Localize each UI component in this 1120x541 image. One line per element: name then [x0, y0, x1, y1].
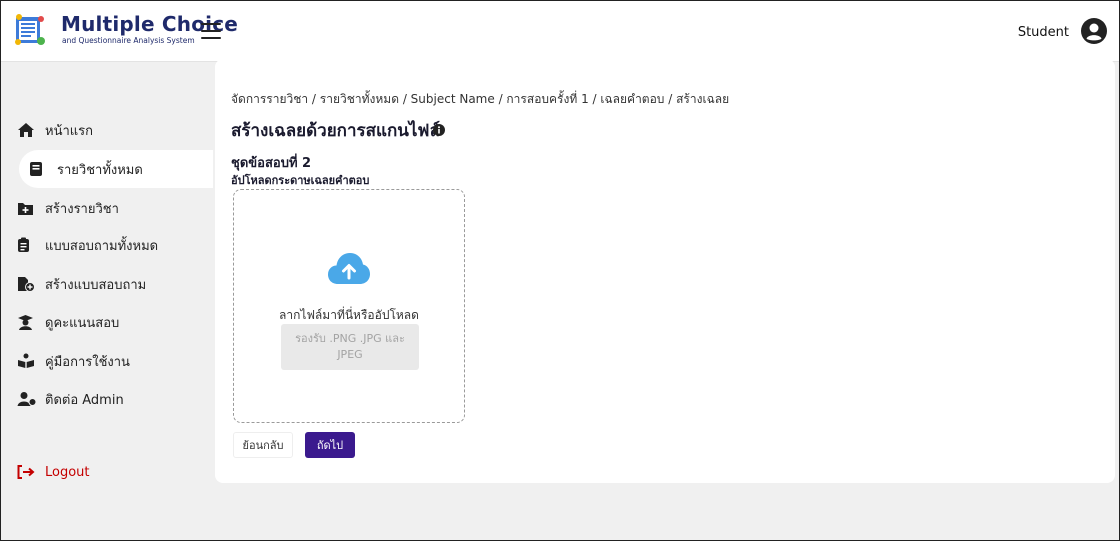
exam-set-title: ชุดข้อสอบที่ 2 [231, 156, 312, 171]
file-dropzone[interactable]: ลากไฟล์มาที่นี่หรืออัปโหลด รองรับ .PNG .… [233, 189, 465, 423]
logout-icon [17, 463, 41, 481]
sidebar-item-create-questionnaire[interactable]: สร้างแบบสอบถาม [17, 265, 197, 303]
menu-toggle-icon[interactable] [201, 23, 221, 39]
sidebar-item-label: สร้างแบบสอบถาม [45, 277, 147, 293]
main-content-card: จัดการรายวิชา / รายวิชาทั้งหมด / Subject… [215, 59, 1115, 483]
accepted-formats: รองรับ .PNG .JPG และ JPEG [281, 324, 419, 370]
sidebar-item-home[interactable]: หน้าแรก [17, 111, 197, 149]
app-logo-icon[interactable] [13, 13, 47, 47]
sidebar-item-contact-admin[interactable]: ติดต่อ Admin [17, 380, 197, 418]
user-name: Student [1017, 25, 1069, 40]
sidebar-item-label: รายวิชาทั้งหมด [57, 162, 143, 178]
top-bar: Multiple Choice and Questionnaire Analys… [1, 1, 1119, 62]
sidebar-item-label: คู่มือการใช้งาน [45, 354, 130, 370]
breadcrumb[interactable]: จัดการรายวิชา / รายวิชาทั้งหมด / Subject… [231, 90, 729, 109]
graduate-icon [17, 313, 41, 331]
home-icon [17, 121, 41, 139]
contact-user-icon [17, 390, 41, 408]
sidebar-item-create-subject[interactable]: สร้างรายวิชา [17, 189, 197, 227]
sidebar-item-label: สร้างรายวิชา [45, 201, 119, 217]
add-folder-icon [17, 199, 41, 217]
sidebar-item-all-questionnaires[interactable]: แบบสอบถามทั้งหมด [17, 226, 197, 264]
logout-label: Logout [45, 464, 90, 480]
sidebar-item-user-guide[interactable]: คู่มือการใช้งาน [17, 342, 197, 380]
add-file-icon [17, 275, 41, 293]
upload-cloud-icon [328, 253, 370, 284]
reading-icon [17, 352, 41, 370]
user-avatar-icon[interactable] [1081, 18, 1107, 44]
sidebar-item-view-scores[interactable]: ดูคะแนนสอบ [17, 303, 197, 341]
app-window: Multiple Choice and Questionnaire Analys… [0, 0, 1120, 541]
sidebar-item-label: ดูคะแนนสอบ [45, 315, 120, 331]
book-icon [29, 160, 53, 178]
sidebar-item-label: แบบสอบถามทั้งหมด [45, 238, 159, 254]
sidebar-item-label: ติดต่อ Admin [45, 392, 124, 408]
sidebar-item-all-subjects[interactable]: รายวิชาทั้งหมด [19, 150, 213, 188]
dropzone-text: ลากไฟล์มาที่นี่หรืออัปโหลด [279, 308, 419, 322]
info-icon[interactable] [433, 124, 445, 136]
app-subtitle: and Questionnaire Analysis System [62, 36, 195, 45]
logout-button[interactable]: Logout [17, 453, 197, 491]
clipboard-icon [17, 236, 41, 254]
upload-label: อัปโหลดกระดาษเฉลยคำตอบ [231, 174, 370, 187]
next-button[interactable]: ถัดไป [305, 432, 355, 458]
accepted-formats-line: รองรับ .PNG .JPG และ [295, 332, 405, 345]
page-title: สร้างเฉลยด้วยการสแกนไฟล์ [231, 121, 440, 141]
accepted-formats-line: JPEG [337, 348, 363, 361]
sidebar: หน้าแรก รายวิชาทั้งหมด สร้างรายวิชา แบบส… [1, 62, 213, 540]
back-button[interactable]: ย้อนกลับ [233, 432, 293, 458]
sidebar-item-label: หน้าแรก [45, 123, 93, 139]
